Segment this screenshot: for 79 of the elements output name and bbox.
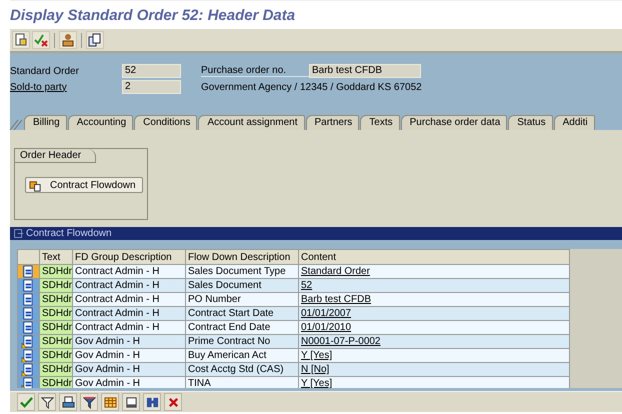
column-header: Text [40, 250, 72, 264]
table-cell: Gov Admin - H [72, 362, 186, 376]
column-header [18, 250, 40, 264]
row-selector[interactable] [18, 278, 40, 292]
contract-flowdown-button[interactable]: Contract Flowdown [25, 177, 143, 193]
column-header: FD Group Description [72, 250, 186, 264]
content-link[interactable]: 01/01/2007 [301, 308, 352, 319]
row-selector[interactable] [18, 376, 40, 388]
field-label: Standard Order [10, 66, 80, 76]
table-cell: PO Number [186, 292, 298, 306]
table-cell: Sales Document [186, 278, 298, 292]
tab[interactable]: Account assignment [198, 115, 304, 130]
table-cell: SDHdr [40, 292, 72, 306]
tab[interactable]: Accounting [68, 115, 134, 130]
document-flag-icon [21, 349, 34, 362]
row-selector[interactable] [18, 306, 40, 320]
table-cell: Contract Admin - H [72, 306, 186, 320]
row-selector[interactable] [18, 264, 40, 278]
content-link[interactable]: 52 [301, 280, 312, 291]
value-field: 52 [122, 64, 181, 78]
table-cell: Contract Start Date [186, 306, 298, 320]
column-header: Flow Down Description [186, 250, 298, 264]
copy-document-icon[interactable] [88, 33, 102, 47]
row-selector[interactable] [18, 362, 40, 376]
table-cell: Cost Acctg Std (CAS) [186, 362, 298, 376]
row-selector[interactable] [18, 320, 40, 334]
column-header: Content [298, 250, 570, 264]
group-title: Order Header [15, 149, 96, 163]
table-cell: Buy American Act [186, 348, 298, 362]
tab[interactable]: Texts [360, 115, 400, 130]
field-label-link[interactable]: Sold-to party [10, 82, 122, 92]
table-cell: Contract Admin - H [72, 278, 186, 292]
table-cell: Prime Contract No [186, 334, 298, 348]
documents-icon [29, 178, 42, 192]
check-icon[interactable] [20, 396, 32, 408]
tab[interactable]: Additi [554, 115, 595, 130]
value-field: 2 [122, 80, 181, 94]
table-cell: TINA [186, 376, 298, 388]
tab[interactable]: Purchase order data [400, 115, 508, 130]
table-cell: Gov Admin - H [72, 348, 186, 362]
window-title: Display Standard Order 52: Header Data [10, 6, 296, 24]
row-selector[interactable] [18, 292, 40, 306]
filter-icon[interactable] [82, 396, 96, 408]
table-cell: SDHdr [40, 278, 72, 292]
table-cell: SDHdr [40, 320, 72, 334]
table-cell: Contract End Date [186, 320, 298, 334]
row-selector[interactable] [18, 334, 40, 348]
document-flag-icon [21, 335, 34, 348]
table-cell: SDHdr [40, 264, 72, 278]
tab[interactable]: Partners [306, 115, 360, 130]
printer-icon[interactable] [62, 396, 74, 408]
table-cell: Gov Admin - H [72, 334, 186, 348]
tab[interactable]: Billing [24, 115, 67, 130]
check-cross-icon[interactable] [34, 33, 48, 47]
filter-icon[interactable] [40, 396, 54, 408]
table-cell: Sales Document Type [186, 264, 298, 278]
table-cell: Contract Admin - H [72, 320, 186, 334]
document-flag-icon [21, 377, 34, 388]
content-link[interactable]: N [No] [301, 364, 330, 375]
tab[interactable]: Conditions [134, 115, 198, 130]
content-link[interactable]: Y [Yes] [301, 378, 332, 388]
address-text: Government Agency / 12345 / Goddard KS 67052 [201, 82, 422, 92]
table-cell: SDHdr [40, 362, 72, 376]
person-icon[interactable] [61, 33, 75, 47]
row-selector[interactable] [18, 348, 40, 362]
content-link[interactable]: 01/01/2010 [301, 322, 352, 333]
table-cell: SDHdr [40, 334, 72, 348]
content-link[interactable]: Y [Yes] [301, 350, 332, 361]
grid-title: Contract Flowdown [26, 228, 112, 239]
table-icon[interactable] [104, 396, 116, 408]
table-cell: SDHdr [40, 306, 72, 320]
tab[interactable]: Status [508, 115, 553, 130]
table-cell: SDHdr [40, 348, 72, 362]
table-cell: Contract Admin - H [72, 292, 186, 306]
close-icon[interactable] [166, 396, 180, 408]
document-flag-icon [21, 363, 34, 376]
value-field: Barb test CFDB [309, 64, 421, 78]
table-cell: Gov Admin - H [72, 376, 186, 388]
table-cell: Contract Admin - H [72, 264, 186, 278]
